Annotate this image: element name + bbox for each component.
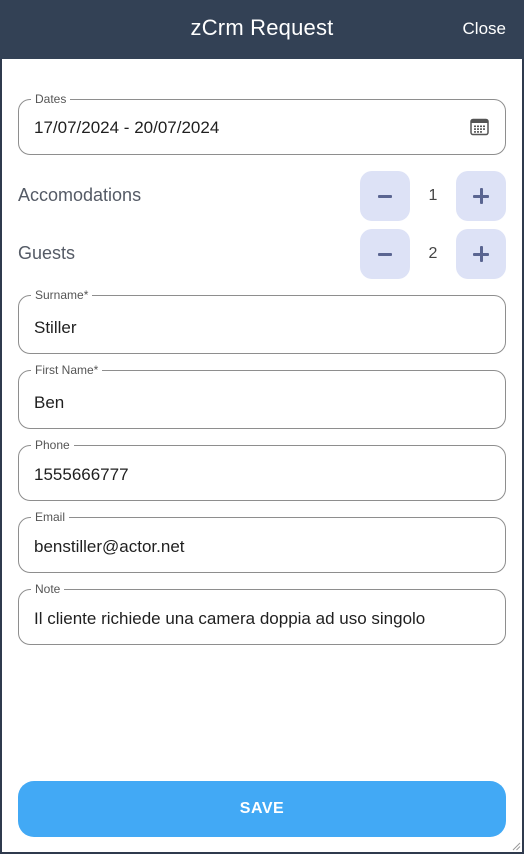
guests-increment-button[interactable] [456, 229, 506, 279]
guests-decrement-button[interactable] [360, 229, 410, 279]
accommodations-decrement-button[interactable] [360, 171, 410, 221]
guests-count: 2 [428, 245, 438, 262]
minus-icon [378, 253, 392, 256]
first-name-label: First Name* [31, 363, 103, 377]
calendar-icon[interactable] [470, 118, 489, 136]
first-name-input[interactable]: Ben [34, 393, 64, 413]
note-label: Note [31, 582, 65, 596]
plus-icon [479, 246, 483, 262]
surname-input[interactable]: Stiller [34, 318, 77, 338]
close-button[interactable]: Close [463, 19, 506, 39]
surname-field[interactable]: Surname* Stiller [18, 288, 506, 354]
surname-label: Surname* [31, 288, 93, 302]
guests-label: Guests [18, 243, 76, 263]
dates-value[interactable]: 17/07/2024 - 20/07/2024 [34, 118, 219, 138]
save-button[interactable]: SAVE [18, 781, 506, 837]
note-field[interactable]: Note Il cliente richiede una camera dopp… [18, 582, 506, 645]
accommodations-increment-button[interactable] [456, 171, 506, 221]
phone-input[interactable]: 1555666777 [34, 465, 129, 485]
minus-icon [378, 195, 392, 198]
note-input[interactable]: Il cliente richiede una camera doppia ad… [34, 609, 425, 629]
phone-field[interactable]: Phone 1555666777 [18, 438, 506, 501]
dates-field[interactable]: Dates 17/07/2024 - 20/07/2024 [18, 92, 506, 155]
phone-label: Phone [31, 438, 74, 452]
email-label: Email [31, 510, 70, 524]
header-bar: zCrm Request Close [0, 0, 524, 59]
email-field[interactable]: Email benstiller@actor.net [18, 510, 506, 573]
accommodations-label: Accomodations [18, 185, 142, 205]
first-name-field[interactable]: First Name* Ben [18, 363, 506, 429]
dates-label: Dates [31, 92, 71, 106]
resize-grip-icon[interactable] [511, 841, 521, 851]
accommodations-count: 1 [428, 187, 438, 204]
dialog-title: zCrm Request [190, 15, 334, 40]
plus-icon [479, 188, 483, 204]
email-input[interactable]: benstiller@actor.net [34, 537, 185, 557]
